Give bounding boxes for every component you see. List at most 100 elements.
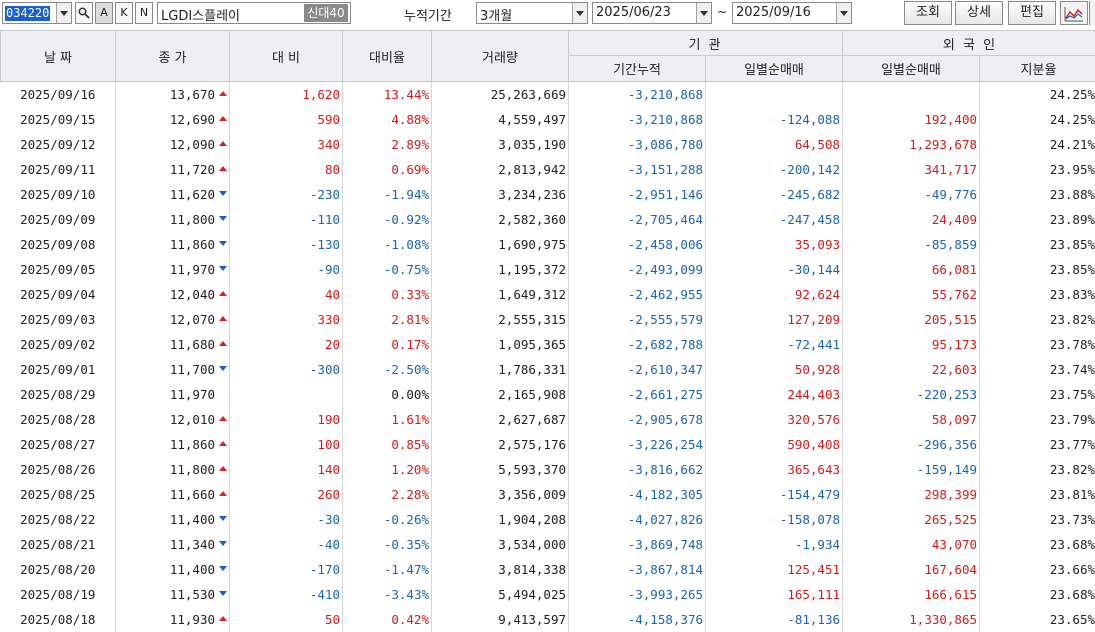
cell-inst-cumulative: -2,610,347: [569, 357, 706, 382]
table-row[interactable]: 2025/08/2011,400-170-1.47%3,814,338-3,86…: [1, 557, 1095, 582]
cell-inst-cumulative: -2,705,464: [569, 207, 706, 232]
cell-change-rate: -0.26%: [343, 507, 432, 532]
cell-inst-cumulative: -3,869,748: [569, 532, 706, 557]
start-date-value: 2025/06/23: [596, 5, 671, 20]
table-row[interactable]: 2025/08/1811,930500.42%9,413,597-4,158,3…: [1, 607, 1095, 632]
end-date-picker[interactable]: 2025/09/16: [732, 2, 852, 24]
cell-foreign-share: 23.68%: [980, 582, 1095, 607]
stock-name-field[interactable]: LGDI스플레이 신대40: [157, 2, 351, 24]
cell-change: 20: [230, 332, 343, 357]
cell-change: 330: [230, 307, 343, 332]
cell-change-rate: -0.35%: [343, 532, 432, 557]
chart-button[interactable]: [1060, 1, 1088, 25]
cell-foreign-daily: 24,409: [843, 207, 980, 232]
cell-foreign-share: 23.85%: [980, 232, 1095, 257]
table-row[interactable]: 2025/09/0312,0703302.81%2,555,315-2,555,…: [1, 307, 1095, 332]
cell-date: 2025/09/09: [1, 207, 116, 232]
cell-foreign-daily: 43,070: [843, 532, 980, 557]
table-row[interactable]: 2025/09/0811,860-130-1.08%1,690,975-2,45…: [1, 232, 1095, 257]
cell-change-rate: -0.75%: [343, 257, 432, 282]
table-row[interactable]: 2025/09/0412,040400.33%1,649,312-2,462,9…: [1, 282, 1095, 307]
table-row[interactable]: 2025/09/0111,700-300-2.50%1,786,331-2,61…: [1, 357, 1095, 382]
arrow-up-icon: [219, 166, 227, 171]
cell-inst-daily: -124,088: [706, 107, 843, 132]
arrow-up-icon: [219, 416, 227, 421]
table-row[interactable]: 2025/08/2911,9700.00%2,165,908-2,661,275…: [1, 382, 1095, 407]
cell-close-value: 11,860: [170, 237, 215, 252]
query-button[interactable]: 조회: [904, 1, 952, 25]
cell-close-value: 12,090: [170, 137, 215, 152]
edit-button[interactable]: 편집: [1008, 1, 1056, 25]
col-header-change-rate[interactable]: 대비율: [343, 31, 432, 82]
table-row[interactable]: 2025/09/0211,680200.17%1,095,365-2,682,7…: [1, 332, 1095, 357]
col-header-volume[interactable]: 거래량: [432, 31, 569, 82]
table-row[interactable]: 2025/08/2111,340-40-0.35%3,534,000-3,869…: [1, 532, 1095, 557]
cell-close: 11,530: [116, 582, 230, 607]
cell-foreign-daily: 167,604: [843, 557, 980, 582]
detail-button[interactable]: 상세: [955, 1, 1003, 25]
period-select[interactable]: 3개월: [476, 2, 588, 24]
cell-inst-cumulative: -2,493,099: [569, 257, 706, 282]
cell-close: 11,340: [116, 532, 230, 557]
col-header-date[interactable]: 날 짜: [1, 31, 116, 82]
col-header-inst-cumulative[interactable]: 기간누적: [569, 56, 706, 82]
toolbar-overflow-button[interactable]: [1089, 1, 1095, 25]
cell-close-value: 11,720: [170, 162, 215, 177]
period-select-value: 3개월: [480, 5, 512, 24]
table-row[interactable]: 2025/08/2611,8001401.20%5,593,370-3,816,…: [1, 457, 1095, 482]
mode-k-button[interactable]: K: [115, 2, 133, 24]
mode-n-button[interactable]: N: [135, 2, 153, 24]
table-row[interactable]: 2025/09/1111,720800.69%2,813,942-3,151,2…: [1, 157, 1095, 182]
period-dropdown-button[interactable]: [572, 3, 587, 23]
table-row[interactable]: 2025/08/1911,530-410-3.43%5,494,025-3,99…: [1, 582, 1095, 607]
table-row[interactable]: 2025/09/1011,620-230-1.94%3,234,236-2,95…: [1, 182, 1095, 207]
cell-inst-daily: -154,479: [706, 482, 843, 507]
cell-close-value: 11,400: [170, 512, 215, 527]
cell-close: 12,070: [116, 307, 230, 332]
cell-foreign-daily: -220,253: [843, 382, 980, 407]
cell-foreign-share: 23.85%: [980, 257, 1095, 282]
start-date-picker[interactable]: 2025/06/23: [592, 2, 712, 24]
cell-date: 2025/09/05: [1, 257, 116, 282]
col-header-inst-daily[interactable]: 일별순매매: [706, 56, 843, 82]
cell-foreign-share: 23.77%: [980, 432, 1095, 457]
cell-date: 2025/09/15: [1, 107, 116, 132]
line-chart-icon: [1062, 4, 1086, 24]
arrow-up-icon: [219, 116, 227, 121]
table-row[interactable]: 2025/09/1212,0903402.89%3,035,190-3,086,…: [1, 132, 1095, 157]
table-row[interactable]: 2025/08/2812,0101901.61%2,627,687-2,905,…: [1, 407, 1095, 432]
stock-code-dropdown-button[interactable]: [56, 3, 71, 23]
table-row[interactable]: 2025/09/1613,6701,62013.44%25,263,669-3,…: [1, 82, 1095, 108]
cell-close: 11,680: [116, 332, 230, 357]
col-header-foreign-share[interactable]: 지분율: [980, 56, 1095, 82]
table-row[interactable]: 2025/08/2511,6602602.28%3,356,009-4,182,…: [1, 482, 1095, 507]
table-row[interactable]: 2025/09/1512,6905904.88%4,559,497-3,210,…: [1, 107, 1095, 132]
cell-inst-cumulative: -2,661,275: [569, 382, 706, 407]
cell-foreign-daily: -85,859: [843, 232, 980, 257]
cell-date: 2025/09/01: [1, 357, 116, 382]
cell-close: 12,090: [116, 132, 230, 157]
cell-foreign-share: 23.73%: [980, 507, 1095, 532]
stock-code-input[interactable]: 034220: [2, 2, 72, 24]
cell-date: 2025/09/03: [1, 307, 116, 332]
end-date-dropdown-button[interactable]: [836, 3, 851, 23]
cell-inst-daily: 127,209: [706, 307, 843, 332]
table-row[interactable]: 2025/08/2711,8601000.85%2,575,176-3,226,…: [1, 432, 1095, 457]
cell-close-value: 11,800: [170, 462, 215, 477]
table-row[interactable]: 2025/09/0911,800-110-0.92%2,582,360-2,70…: [1, 207, 1095, 232]
start-date-dropdown-button[interactable]: [696, 3, 711, 23]
cell-close-value: 11,400: [170, 562, 215, 577]
cell-foreign-share: 23.95%: [980, 157, 1095, 182]
cell-inst-daily: 244,403: [706, 382, 843, 407]
search-button[interactable]: [75, 2, 93, 24]
mode-a-button[interactable]: A: [95, 2, 113, 24]
table-row[interactable]: 2025/09/0511,970-90-0.75%1,195,372-2,493…: [1, 257, 1095, 282]
stock-code-value: 034220: [5, 6, 50, 21]
arrow-down-icon: [219, 516, 227, 521]
cell-foreign-daily: 55,762: [843, 282, 980, 307]
cell-change: 190: [230, 407, 343, 432]
table-row[interactable]: 2025/08/2211,400-30-0.26%1,904,208-4,027…: [1, 507, 1095, 532]
col-header-change[interactable]: 대 비: [230, 31, 343, 82]
col-header-foreign-daily[interactable]: 일별순매매: [843, 56, 980, 82]
col-header-close[interactable]: 종 가: [116, 31, 230, 82]
